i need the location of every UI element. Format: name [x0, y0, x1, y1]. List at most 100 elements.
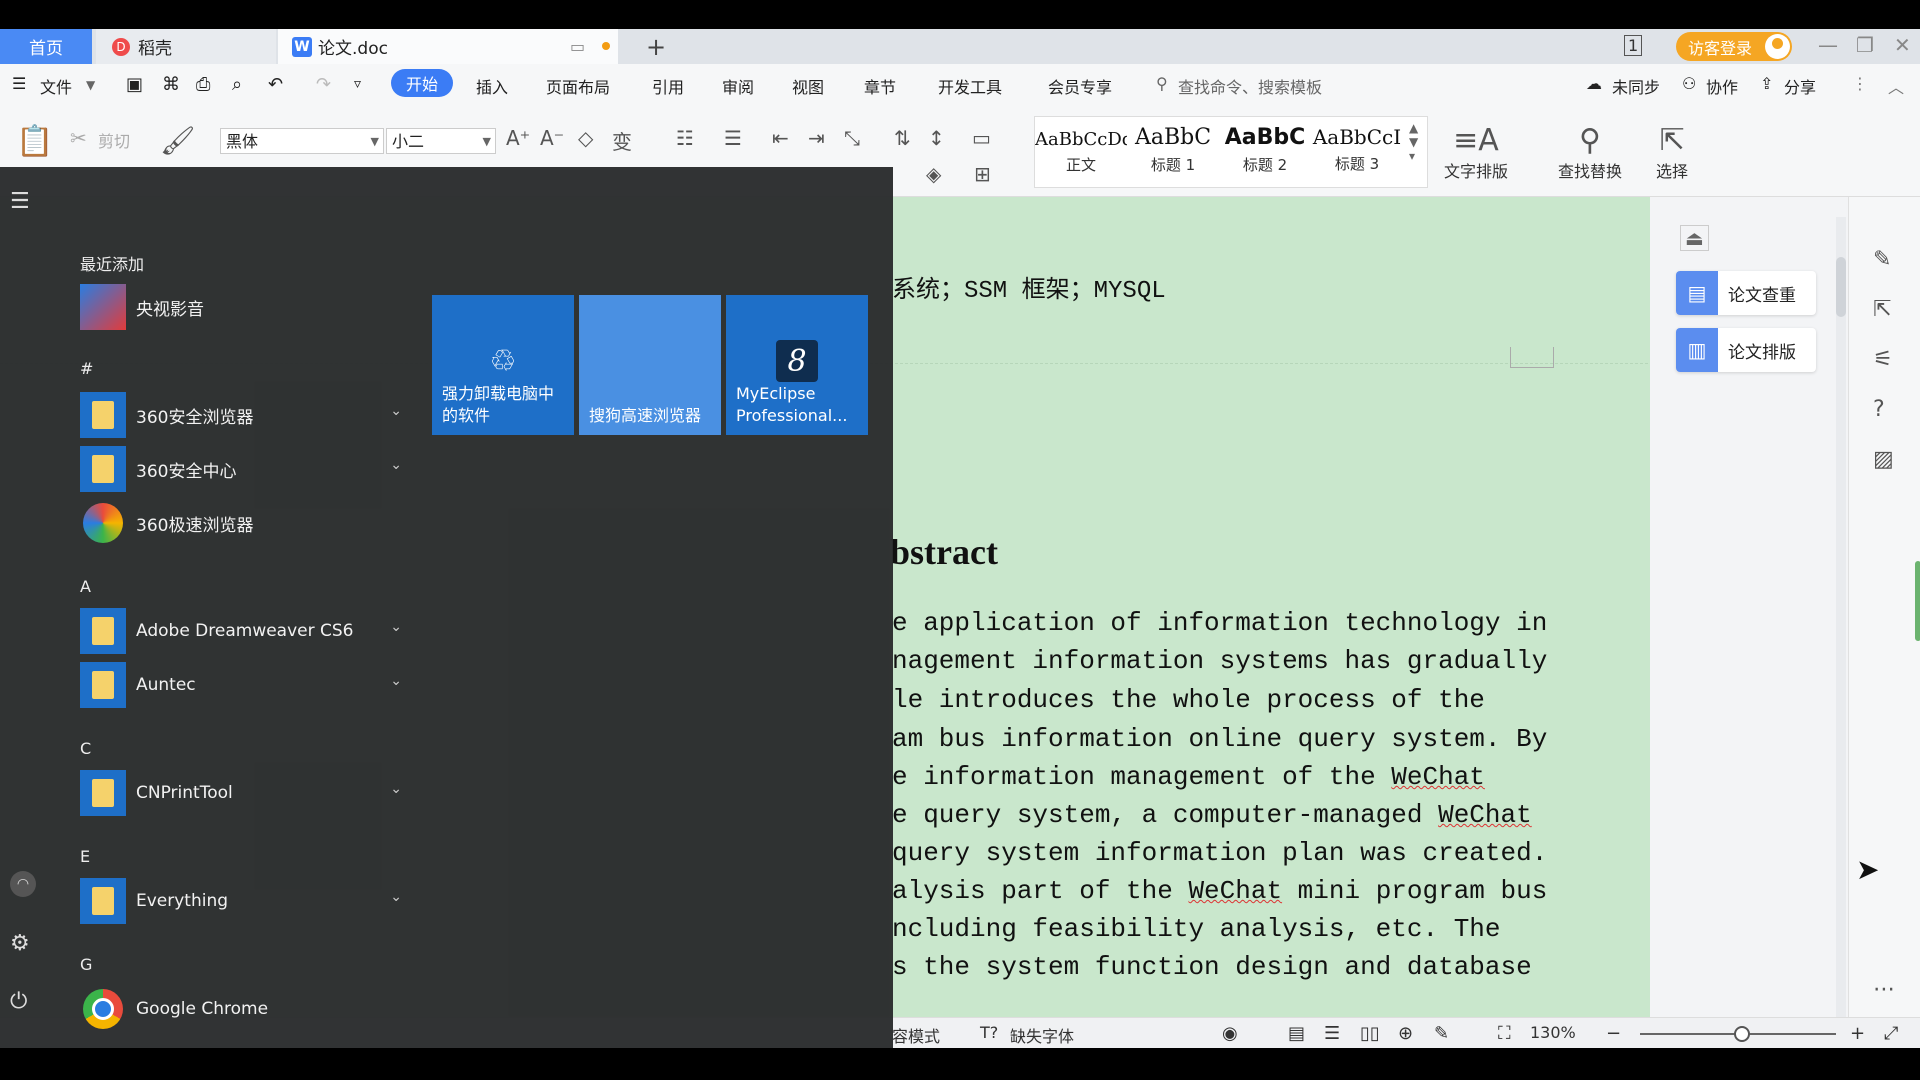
page-view-icon[interactable]: ▤	[1288, 1023, 1305, 1044]
settings-sliders-icon[interactable]: ⚟	[1873, 347, 1893, 372]
grow-font-icon[interactable]: A⁺	[506, 126, 530, 150]
style-normal[interactable]: AaBbCcDd 正文	[1035, 117, 1127, 185]
cursor-icon[interactable]: ⇱	[1873, 297, 1891, 322]
app-dreamweaver[interactable]: Adobe Dreamweaver CS6 ⌄	[80, 607, 402, 655]
power-icon[interactable]: ⏻	[10, 989, 27, 1014]
restore-icon[interactable]: ❐	[1856, 33, 1874, 57]
scrollbar-thumb[interactable]	[1836, 257, 1846, 317]
outline-view-icon[interactable]: ☰	[1324, 1023, 1340, 1044]
find-replace-button[interactable]: ⚲ 查找替换	[1558, 124, 1622, 182]
more-icon[interactable]: ⋮	[1852, 74, 1868, 93]
tile-sogou-browser[interactable]: 搜狗高速浏览器	[579, 295, 721, 435]
zoom-out-icon[interactable]: −	[1606, 1023, 1621, 1044]
style-heading-2[interactable]: AaBbC 标题 2	[1219, 117, 1311, 185]
menu-member[interactable]: 会员专享	[1048, 74, 1112, 98]
web-view-icon[interactable]: ⊕	[1398, 1023, 1413, 1044]
print-preview-icon[interactable]: ⌕	[232, 74, 242, 95]
menu-developer[interactable]: 开发工具	[938, 74, 1002, 98]
minimize-icon[interactable]: —	[1818, 33, 1838, 57]
app-auntec[interactable]: Auntec ⌄	[80, 661, 402, 709]
numbered-list-icon[interactable]: ☰	[724, 126, 742, 150]
tab-daoke[interactable]: D 稻壳	[96, 29, 276, 64]
chevron-down-icon[interactable]: ⌄	[390, 619, 402, 635]
phonetic-icon[interactable]: 变	[612, 126, 632, 155]
text-layout-button[interactable]: ≡A 文字排版	[1444, 124, 1508, 182]
chevron-down-icon[interactable]: ⌄	[390, 889, 402, 905]
borders-icon[interactable]: ⊞	[974, 162, 991, 186]
paper-format-button[interactable]: ▥ 论文排版	[1676, 328, 1816, 372]
collapse-ribbon-icon[interactable]: ︿	[1888, 74, 1904, 98]
undo-icon[interactable]: ↶	[268, 74, 283, 95]
bullet-list-icon[interactable]: ☷	[676, 126, 694, 150]
window-count-icon[interactable]: 1	[1624, 35, 1643, 56]
format-brush-icon[interactable]: 🖌	[160, 124, 196, 157]
print-icon[interactable]: ⎙	[196, 74, 210, 95]
hamburger-icon[interactable]: ☰	[12, 74, 26, 93]
fullscreen-icon[interactable]: ⤢	[1884, 1023, 1898, 1044]
hamburger-menu-icon[interactable]: ☰	[10, 189, 30, 214]
user-icon[interactable]: ◠	[10, 871, 36, 897]
write-view-icon[interactable]: ✎	[1434, 1023, 1449, 1044]
shading-icon[interactable]: ◈	[926, 162, 941, 186]
cut-button[interactable]: 剪切	[98, 128, 130, 152]
chevron-down-icon[interactable]: ⌄	[390, 403, 402, 419]
more-dots-icon[interactable]: ⋯	[1873, 977, 1895, 1002]
app-360-security[interactable]: 360安全中心 ⌄	[80, 445, 402, 493]
chevron-down-icon[interactable]: ⌄	[390, 673, 402, 689]
app-cctv[interactable]: 央视影音	[80, 283, 402, 331]
ruler-icon[interactable]: ▭	[972, 126, 991, 150]
tab-document[interactable]: W 论文.doc ▭	[278, 29, 618, 64]
command-search-input[interactable]: 查找命令、搜索模板	[1178, 74, 1322, 98]
paste-icon[interactable]: 📋	[16, 124, 53, 159]
clear-format-icon[interactable]: ◇	[578, 126, 593, 150]
pen-icon[interactable]: ✎	[1873, 247, 1891, 272]
help-icon[interactable]: ?	[1873, 397, 1885, 422]
menu-references[interactable]: 引用	[652, 74, 684, 98]
image-icon[interactable]: ▨	[1873, 447, 1894, 472]
style-scroll-icon[interactable]: ▲ ▼ ▾	[1409, 121, 1418, 163]
style-heading-1[interactable]: AaBbC 标题 1	[1127, 117, 1219, 185]
customize-icon[interactable]: ▿	[354, 76, 361, 92]
collab-button[interactable]: 协作	[1706, 74, 1738, 98]
menu-page-layout[interactable]: 页面布局	[546, 74, 610, 98]
sync-button[interactable]: 未同步	[1612, 74, 1660, 98]
sort-icon[interactable]: ⇅	[894, 126, 911, 150]
app-google-chrome[interactable]: Google Chrome	[80, 985, 402, 1033]
share-button[interactable]: 分享	[1784, 74, 1816, 98]
reading-view-icon[interactable]: ▯▯	[1360, 1023, 1380, 1044]
menu-review[interactable]: 审阅	[722, 74, 754, 98]
paper-check-button[interactable]: ▤ 论文查重	[1676, 271, 1816, 315]
format-painter-icon[interactable]: ⌘	[162, 74, 180, 95]
tile-uninstaller[interactable]: ♲ 强力卸载电脑中的软件	[432, 295, 574, 435]
font-family-select[interactable]: 黑体 ▼	[220, 128, 384, 154]
menu-insert[interactable]: 插入	[476, 74, 508, 98]
increase-indent-icon[interactable]: ⇥	[808, 126, 825, 150]
missing-font-button[interactable]: 缺失字体	[1010, 1023, 1074, 1047]
tab-home[interactable]: 首页	[0, 29, 92, 64]
app-everything[interactable]: Everything ⌄	[80, 877, 402, 925]
chevron-down-icon[interactable]: ⌄	[390, 781, 402, 797]
cut-icon[interactable]: ✂	[70, 126, 87, 150]
save-icon[interactable]: ▣	[126, 74, 143, 95]
app-cnprinttool[interactable]: CNPrintTool ⌄	[80, 769, 402, 817]
app-360-speed-browser[interactable]: 360极速浏览器	[80, 499, 402, 547]
panel-toggle-icon[interactable]: ⏏	[1680, 225, 1709, 251]
zoom-slider-handle[interactable]	[1734, 1026, 1750, 1042]
select-button[interactable]: ⇱ 选择	[1656, 124, 1688, 182]
redo-icon[interactable]: ↷	[316, 74, 331, 95]
guest-login-button[interactable]: 访客登录	[1676, 32, 1792, 61]
tile-myeclipse[interactable]: 8 MyEclipse Professional...	[726, 295, 868, 435]
style-heading-3[interactable]: AaBbCcI 标题 3	[1311, 117, 1403, 185]
menu-file[interactable]: 文件	[40, 74, 72, 98]
shrink-font-icon[interactable]: A⁻	[540, 126, 564, 150]
font-size-select[interactable]: 小二 ▼	[386, 128, 496, 154]
zoom-level[interactable]: 130%	[1530, 1023, 1576, 1042]
line-spacing-icon[interactable]: ↕	[928, 126, 945, 150]
chevron-down-icon[interactable]: ▼	[86, 78, 95, 92]
close-icon[interactable]: ✕	[1894, 33, 1911, 57]
text-direction-icon[interactable]: ⤡	[844, 126, 860, 150]
menu-view[interactable]: 视图	[792, 74, 824, 98]
vertical-scrollbar[interactable]	[1836, 217, 1846, 1047]
app-360-browser[interactable]: 360安全浏览器 ⌄	[80, 391, 402, 439]
menu-chapter[interactable]: 章节	[864, 74, 896, 98]
